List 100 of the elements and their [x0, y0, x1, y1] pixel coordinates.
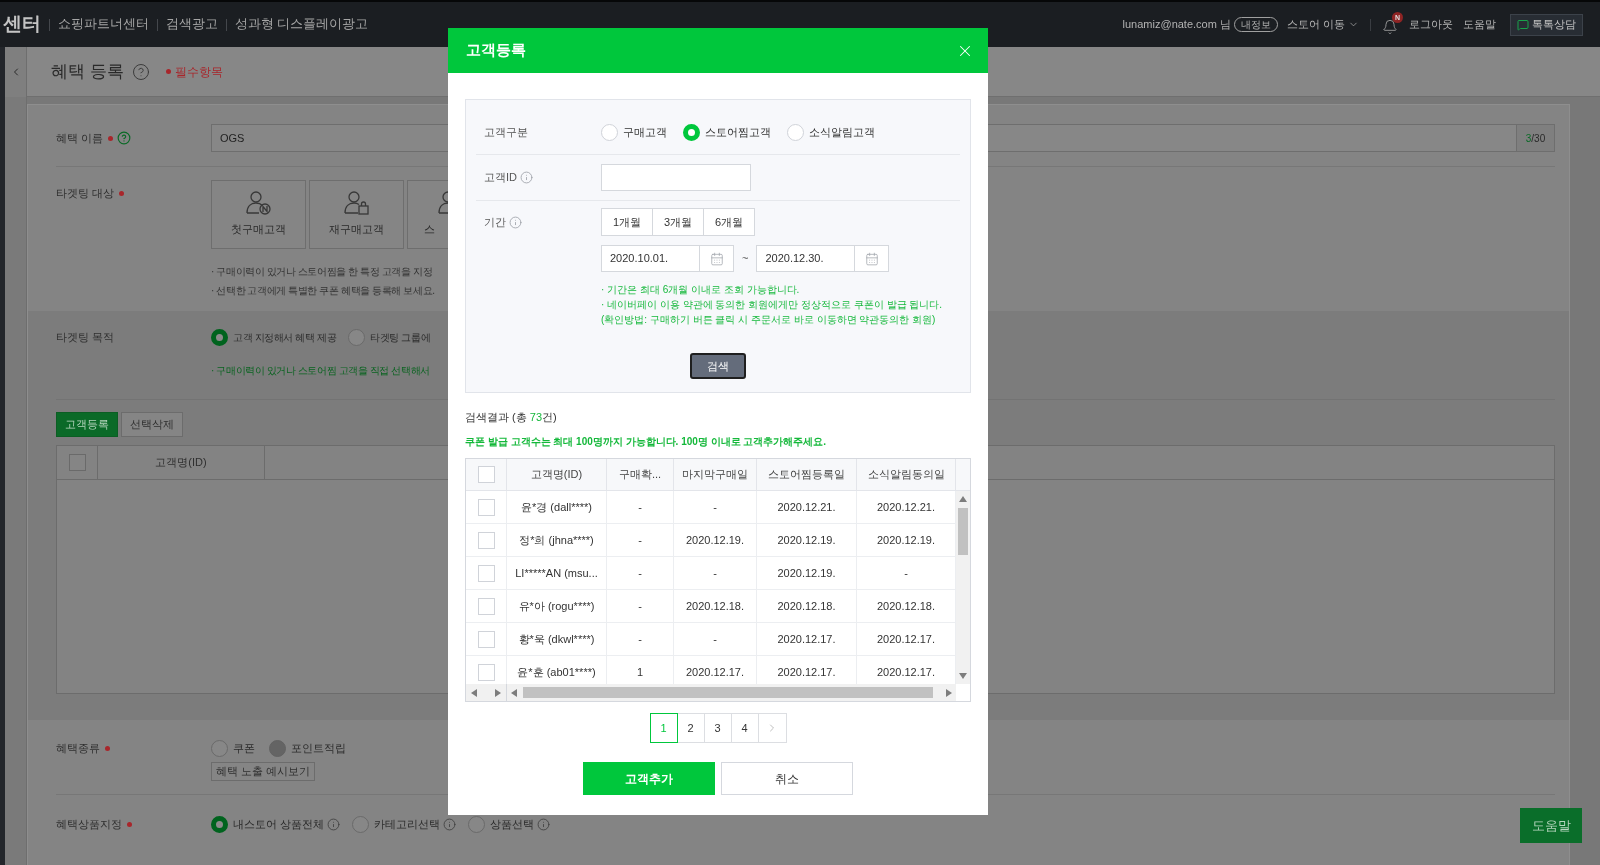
field-label: 타겟팅 목적 [56, 329, 115, 345]
column-header: 마지막구매일 [674, 459, 757, 490]
calendar-button[interactable] [700, 245, 734, 272]
table-cell: - [607, 623, 674, 655]
scroll-down-arrow-icon[interactable] [959, 673, 967, 679]
page-title: 혜택 등록 [51, 60, 124, 83]
radio-button[interactable] [211, 328, 228, 346]
header-link[interactable]: 로그아웃 [1409, 16, 1453, 33]
field-label: 혜택종류 [56, 740, 100, 756]
radio-label[interactable]: 스토어찜고객 [705, 123, 771, 141]
help-text: · 네이버페이 이용 약관에 동의한 회원에게만 정상적으로 쿠폰이 발급 됩니다. [601, 298, 943, 312]
column-header: 구매확... [607, 459, 674, 490]
column-header: 스토어찜등록일 [757, 459, 857, 490]
help-floating-button[interactable]: 도움말 [1520, 808, 1582, 843]
info-icon[interactable] [537, 817, 551, 831]
header-link[interactable]: 도움말 [1463, 16, 1496, 33]
calendar-button[interactable] [855, 245, 890, 272]
horizontal-scrollbar[interactable] [507, 684, 956, 701]
dialog-action-button[interactable]: 취소 [721, 762, 853, 795]
nav-link[interactable]: 검색광고 [166, 15, 218, 34]
radio-label[interactable]: 소식알림고객 [809, 123, 875, 141]
date-input[interactable]: 2020.10.01. [601, 245, 700, 272]
scroll-right-arrow-icon[interactable] [946, 688, 952, 697]
table-cell: LI*****AN (msu... [507, 557, 607, 589]
period-preset-button[interactable]: 1개월 [601, 208, 653, 236]
radio-label[interactable]: 내스토어 상품전체 [233, 815, 325, 833]
table-cell: 2020.12.18. [674, 590, 757, 622]
help-text: (확인방법: 구매하기 버튼 클릭 시 주문서로 바로 이동하면 약관동의한 회원) [601, 313, 936, 327]
table-cell: 황*욱 (dkwl****) [507, 623, 607, 655]
radio-label[interactable]: 카테고리선택 [374, 815, 441, 833]
preview-button[interactable]: 혜택 노출 예시보기 [211, 762, 315, 781]
table-cell: 2020.12.17. [757, 623, 857, 655]
table-cell: - [607, 491, 674, 523]
table-cell: - [607, 590, 674, 622]
bell-icon [1382, 18, 1398, 35]
target-option-tile[interactable]: 첫구매고객 [211, 180, 306, 249]
info-icon[interactable] [520, 171, 533, 184]
radio-button[interactable] [468, 815, 486, 833]
action-button[interactable]: 선택삭제 [121, 412, 183, 437]
help-text: · 구매이력이 있거나 스토어찜을 한 특정 고객을 지정 [211, 265, 433, 279]
column-header: 고객명(ID) [98, 446, 265, 479]
vertical-scrollbar[interactable] [956, 491, 970, 684]
person-bag-icon [343, 191, 370, 216]
target-option-tile[interactable]: 재구매고객 [309, 180, 404, 249]
radio-label[interactable]: 타겟팅 그룹에 [370, 329, 431, 345]
table-cell: - [674, 623, 757, 655]
horizontal-scrollbar[interactable] [466, 684, 507, 701]
radio-label[interactable]: 상품선택 [490, 815, 535, 833]
page-button[interactable]: 3 [703, 713, 732, 743]
result-count-text: 검색결과 (총 73건) [465, 410, 557, 424]
nav-link[interactable]: 성과형 디스플레이광고 [235, 15, 369, 34]
info-icon[interactable] [327, 817, 341, 831]
scrollbar-thumb[interactable] [523, 687, 933, 698]
person-icon [438, 191, 448, 216]
table-cell: 2020.12.19. [757, 524, 857, 556]
checkbox[interactable] [68, 454, 86, 471]
field-label: 혜택 이름 [56, 130, 104, 146]
radio-button[interactable] [683, 123, 700, 141]
info-icon[interactable] [443, 817, 457, 831]
radio-button[interactable] [348, 328, 366, 346]
column-header: 고객명(ID) [507, 459, 607, 490]
collapse-button[interactable] [5, 47, 26, 97]
radio-label[interactable]: 쿠폰 [233, 739, 255, 757]
field-label: 혜택상품지정 [56, 816, 122, 832]
calendar-icon [864, 251, 879, 266]
limit-notice: 쿠폰 발급 고객수는 최대 100명까지 가능합니다. 100명 이내로 고객추가해주세요. [465, 435, 827, 449]
radio-button[interactable] [211, 815, 228, 833]
scroll-left-arrow-icon[interactable] [511, 688, 517, 697]
radio-button[interactable] [211, 739, 228, 757]
field-label: 타겟팅 대상 [56, 185, 115, 201]
radio-label[interactable]: 구매고객 [623, 123, 667, 141]
help-icon[interactable] [117, 131, 132, 145]
table-cell: - [607, 557, 674, 589]
scroll-right-arrow-icon[interactable] [495, 688, 501, 697]
action-button[interactable]: 고객등록 [56, 412, 118, 437]
help-icon[interactable] [131, 62, 150, 81]
scroll-left-arrow-icon[interactable] [471, 688, 477, 697]
period-preset-button[interactable]: 6개월 [703, 208, 755, 236]
page-button[interactable]: 4 [730, 713, 759, 743]
radio-label[interactable]: 고객 지정해서 혜택 제공 [233, 329, 337, 345]
talk-consult-button[interactable]: 톡톡상담 [1510, 13, 1583, 36]
person-badge-icon [245, 191, 272, 216]
scroll-up-arrow-icon[interactable] [959, 496, 967, 502]
nav-link[interactable]: 쇼핑파트너센터 [58, 15, 149, 34]
scrollbar-thumb[interactable] [958, 508, 968, 555]
info-icon[interactable] [509, 215, 522, 229]
store-menu-button[interactable]: 스토어 이동 [1286, 16, 1359, 33]
next-page-button[interactable] [757, 713, 787, 743]
range-separator: ~ [742, 251, 749, 267]
table-cell: - [674, 557, 757, 589]
page-button[interactable]: 2 [676, 713, 705, 743]
target-option-tile[interactable]: 스 [407, 180, 449, 249]
period-preset-button[interactable]: 3개월 [652, 208, 704, 236]
search-button[interactable]: 검색 [690, 353, 746, 379]
date-input[interactable]: 2020.12.30. [756, 245, 856, 272]
table-cell: 2020.12.21. [757, 491, 857, 523]
radio-button[interactable] [352, 815, 370, 833]
table-cell: 2020.12.19. [757, 557, 857, 589]
customer-id-input[interactable] [601, 164, 751, 191]
logo-text[interactable]: 센터 [3, 10, 41, 39]
